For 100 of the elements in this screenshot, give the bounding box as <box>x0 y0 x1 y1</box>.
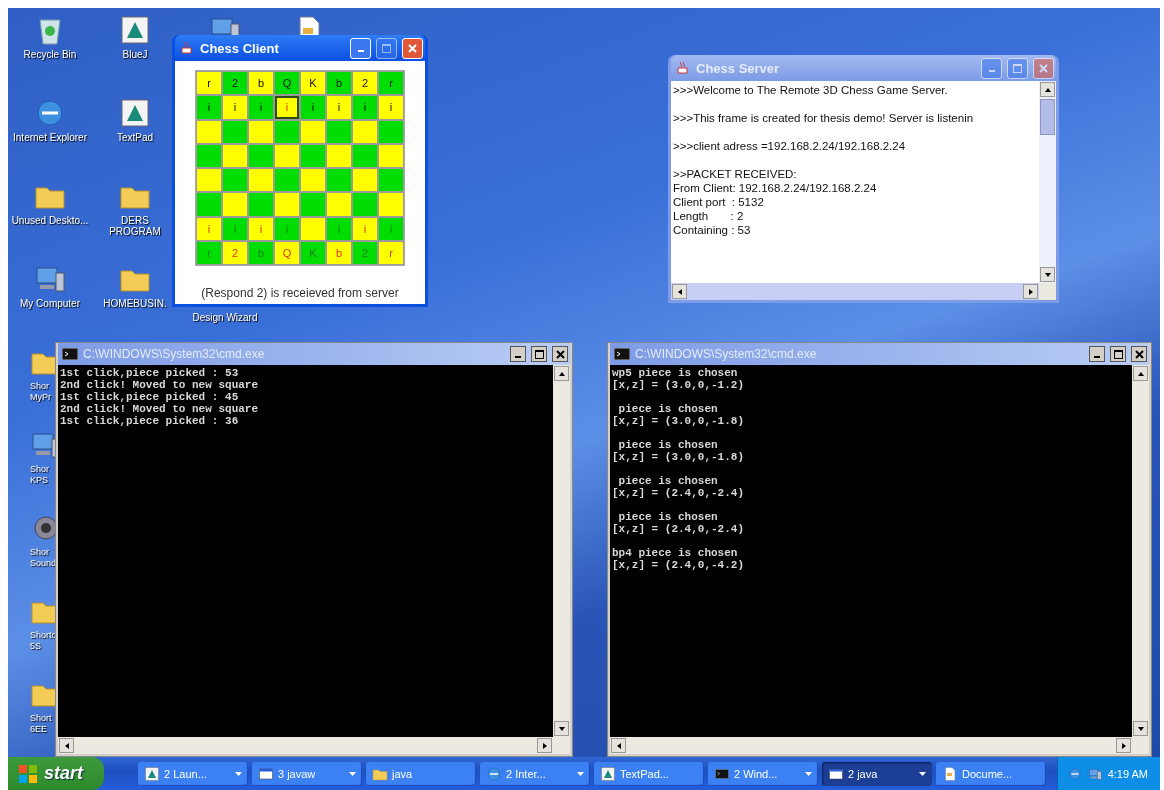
desktop-icon-label[interactable]: Design Wizard <box>192 312 258 323</box>
chess-square[interactable] <box>196 143 222 169</box>
chess-square[interactable] <box>196 192 222 217</box>
chess-piece-square[interactable]: r <box>196 241 222 266</box>
desktop-icon-label[interactable]: My Computer <box>20 298 80 309</box>
chess-piece-square[interactable]: 2 <box>222 241 248 266</box>
chess-square[interactable] <box>326 119 352 144</box>
chess-square[interactable] <box>196 119 222 144</box>
scroll-up-button[interactable] <box>1040 82 1055 97</box>
chess-square[interactable] <box>326 168 352 193</box>
chess-square[interactable] <box>248 168 274 193</box>
desktop-icon-label[interactable]: TextPad <box>116 132 154 143</box>
chess-piece-square[interactable]: i <box>222 95 248 120</box>
chess-piece-square[interactable]: K <box>300 241 326 266</box>
chess-piece-square[interactable]: i <box>274 95 300 120</box>
desktop-icon-label[interactable]: Unused Deskto... <box>11 215 89 226</box>
chess-piece-square[interactable]: b <box>248 71 274 96</box>
chess-square[interactable] <box>222 143 248 169</box>
scroll-right-button[interactable] <box>1023 284 1038 299</box>
minimize-button[interactable] <box>510 346 526 362</box>
chess-square[interactable] <box>274 192 300 217</box>
chess-square[interactable] <box>222 192 248 217</box>
scroll-up-button[interactable] <box>554 366 569 381</box>
chess-piece-square[interactable]: i <box>196 216 222 242</box>
chess-piece-square[interactable]: b <box>326 71 352 96</box>
chess-square[interactable] <box>196 168 222 193</box>
chess-piece-square[interactable]: r <box>196 71 222 96</box>
scroll-left-button[interactable] <box>672 284 687 299</box>
desktop-icon-label[interactable]: HOMEBUSIN. <box>103 298 167 309</box>
scroll-left-button[interactable] <box>59 738 74 753</box>
vertical-scrollbar[interactable] <box>1039 81 1056 283</box>
chess-piece-square[interactable]: K <box>300 71 326 96</box>
scroll-right-button[interactable] <box>1116 738 1131 753</box>
chess-piece-square[interactable]: i <box>352 216 378 242</box>
chess-piece-square[interactable]: i <box>352 95 378 120</box>
scroll-down-button[interactable] <box>554 721 569 736</box>
scroll-thumb[interactable] <box>1040 99 1055 135</box>
scroll-up-button[interactable] <box>1133 366 1148 381</box>
resize-grip[interactable] <box>1039 283 1056 300</box>
chess-square[interactable] <box>300 119 326 144</box>
chess-square[interactable] <box>352 143 378 169</box>
scroll-right-button[interactable] <box>537 738 552 753</box>
chess-piece-square[interactable]: 2 <box>352 71 378 96</box>
chess-square[interactable] <box>274 168 300 193</box>
chess-piece-square[interactable]: i <box>248 216 274 242</box>
vertical-scrollbar[interactable] <box>1132 365 1149 737</box>
desktop-icon-label[interactable]: Shor Sound <box>30 547 55 569</box>
chess-square[interactable] <box>300 216 326 242</box>
start-button[interactable]: start <box>8 757 104 790</box>
chess-square[interactable] <box>248 143 274 169</box>
chess-square[interactable] <box>352 119 378 144</box>
taskbar-button[interactable]: 3 javaw <box>252 761 362 786</box>
chess-square[interactable] <box>300 168 326 193</box>
taskbar-button[interactable]: TextPad... <box>594 761 704 786</box>
horizontal-scrollbar[interactable] <box>58 737 553 754</box>
close-button[interactable] <box>552 346 568 362</box>
desktop-icon-label[interactable]: Short 6EE <box>30 713 55 735</box>
chess-square[interactable] <box>378 192 404 217</box>
chess-square[interactable] <box>248 119 274 144</box>
desktop-icon-label[interactable]: Shor KPS <box>30 464 55 486</box>
chess-square[interactable] <box>274 143 300 169</box>
taskbar-button[interactable]: 2 Inter... <box>480 761 590 786</box>
close-button[interactable] <box>1131 346 1147 362</box>
chess-piece-square[interactable]: Q <box>274 241 300 266</box>
chess-square[interactable] <box>222 168 248 193</box>
chess-piece-square[interactable]: 2 <box>222 71 248 96</box>
chess-square[interactable] <box>352 192 378 217</box>
minimize-button[interactable] <box>1089 346 1105 362</box>
taskbar-button[interactable]: 2 Wind... <box>708 761 818 786</box>
resize-grip[interactable] <box>553 737 570 754</box>
horizontal-scrollbar[interactable] <box>610 737 1132 754</box>
chess-piece-square[interactable]: 2 <box>352 241 378 266</box>
chess-square[interactable] <box>300 192 326 217</box>
resize-grip[interactable] <box>1132 737 1149 754</box>
desktop-icon-label[interactable]: Shortc 5S <box>30 630 55 652</box>
desktop-icon-label[interactable]: Shor MyPr <box>30 381 55 403</box>
chess-piece-square[interactable]: b <box>248 241 274 266</box>
desktop-icon-label[interactable]: Internet Explorer <box>13 132 87 143</box>
desktop-icon-label[interactable]: BlueJ <box>122 49 148 60</box>
desktop-icon-label[interactable]: DERS PROGRAM <box>95 215 175 237</box>
chess-piece-square[interactable]: i <box>248 95 274 120</box>
chess-piece-square[interactable]: Q <box>274 71 300 96</box>
scroll-left-button[interactable] <box>611 738 626 753</box>
chess-square[interactable] <box>326 192 352 217</box>
maximize-button[interactable] <box>1110 346 1126 362</box>
chess-square[interactable] <box>300 143 326 169</box>
chess-square[interactable] <box>326 143 352 169</box>
scroll-down-button[interactable] <box>1133 721 1148 736</box>
horizontal-scrollbar[interactable] <box>671 283 1039 300</box>
taskbar-button[interactable]: 2 java <box>822 761 932 786</box>
chess-piece-square[interactable]: r <box>378 71 404 96</box>
chess-piece-square[interactable]: i <box>326 95 352 120</box>
chess-piece-square[interactable]: i <box>378 95 404 120</box>
maximize-button[interactable] <box>531 346 547 362</box>
chess-square[interactable] <box>352 168 378 193</box>
chess-square[interactable] <box>274 119 300 144</box>
taskbar-button[interactable]: 2 Laun... <box>138 761 248 786</box>
taskbar-button[interactable]: Docume... <box>936 761 1046 786</box>
chess-square[interactable] <box>378 143 404 169</box>
chess-square[interactable] <box>248 192 274 217</box>
